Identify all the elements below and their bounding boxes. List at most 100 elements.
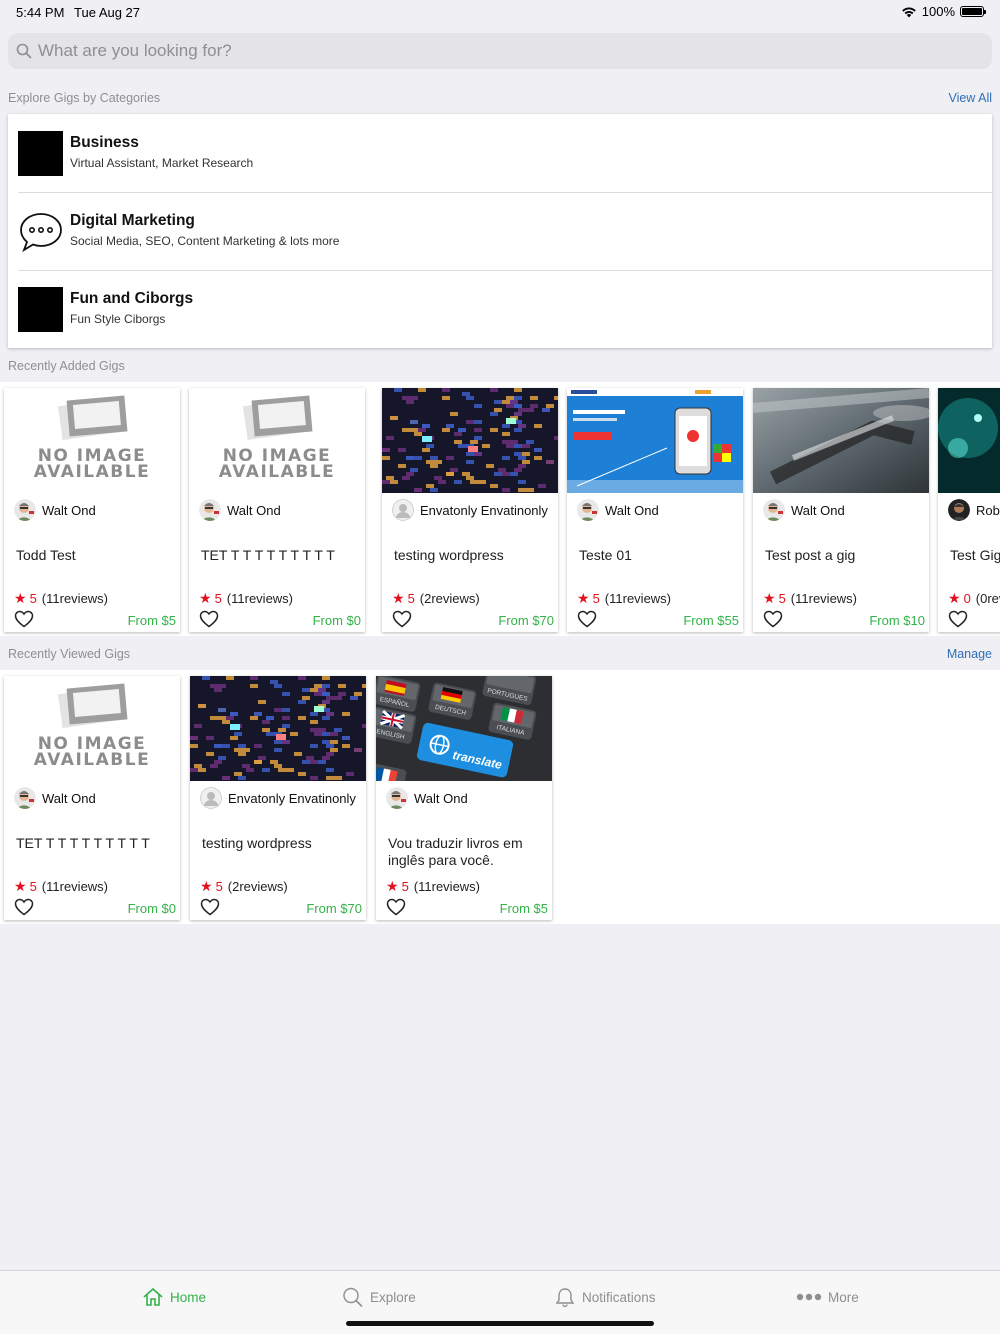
- chat-bubble-icon: [18, 209, 63, 254]
- gig-image[interactable]: [190, 676, 366, 781]
- gig-image[interactable]: NO IMAGE AVAILABLE: [4, 676, 180, 781]
- gig-card[interactable]: Robin Test Gig T ★0 (0rev: [938, 388, 1000, 632]
- heart-icon[interactable]: [763, 610, 783, 628]
- tab-label: Explore: [370, 1289, 416, 1305]
- gig-image[interactable]: [382, 388, 558, 493]
- gig-rating: ★ 5 (11reviews): [14, 878, 108, 895]
- gig-seller[interactable]: Walt Ond: [14, 498, 96, 522]
- category-name: Fun and Ciborgs: [70, 290, 194, 307]
- gig-seller[interactable]: Walt Ond: [577, 498, 659, 522]
- gig-price: From $0: [127, 901, 176, 916]
- gig-card[interactable]: Envatonly Envatinonly testing wordpress ★ 5…: [382, 388, 558, 632]
- gig-title[interactable]: Vou traduzir livros em inglês para você.: [388, 835, 548, 869]
- wifi-icon: [901, 6, 916, 17]
- gig-card[interactable]: NO IMAGE AVAILABLE Walt Ond TET T T T T T T…: [189, 388, 365, 632]
- gig-image[interactable]: ESPAÑOL DEUTSCH PORTUGUES ITALIANA ENGLISH tr…: [376, 676, 552, 781]
- gig-title[interactable]: testing wordpress: [394, 547, 554, 564]
- category-digital-marketing[interactable]: Digital Marketing Social Media, SEO, Con…: [8, 192, 992, 270]
- recent-gigs-strip[interactable]: NO IMAGE AVAILABLE Walt Ond Todd Test ★ 5 (11r…: [0, 382, 1000, 636]
- gig-card[interactable]: NO IMAGE AVAILABLE Walt Ond TET T T T T T T…: [4, 676, 180, 920]
- gig-image[interactable]: NO IMAGE AVAILABLE: [4, 388, 180, 493]
- seller-name: Walt Ond: [414, 790, 468, 806]
- no-image-line2: AVAILABLE: [33, 750, 151, 770]
- gig-card[interactable]: Walt Ond Teste 01 ★ 5 (11reviews) From $55: [567, 388, 743, 632]
- gig-title[interactable]: Todd Test: [16, 547, 176, 564]
- gig-price: From $5: [499, 901, 548, 916]
- rating-value: 5: [401, 879, 409, 894]
- gig-price: From $70: [498, 613, 554, 628]
- gig-seller[interactable]: Envatonly Envatinonly: [200, 786, 356, 810]
- gig-image[interactable]: NO IMAGE AVAILABLE: [189, 388, 365, 493]
- gig-title[interactable]: testing wordpress: [202, 835, 362, 852]
- recent-section-title: Recently Added Gigs: [8, 359, 125, 373]
- gig-card[interactable]: ESPAÑOL DEUTSCH PORTUGUES ITALIANA ENGLISH tr…: [376, 676, 552, 920]
- tab-home[interactable]: Home: [142, 1287, 206, 1307]
- gig-rating: ★ 5 (2reviews): [392, 590, 480, 607]
- viewed-gigs-strip[interactable]: NO IMAGE AVAILABLE Walt Ond TET T T T T T T…: [0, 670, 1000, 924]
- gig-card[interactable]: Envatonly Envatinonly testing wordpress ★ 5…: [190, 676, 366, 920]
- category-name: Digital Marketing: [70, 212, 195, 229]
- gig-title[interactable]: Test Gig T: [950, 547, 1000, 564]
- heart-icon[interactable]: [14, 610, 34, 628]
- view-all-link[interactable]: View All: [948, 91, 992, 105]
- heart-icon[interactable]: [386, 898, 406, 916]
- heart-icon[interactable]: [199, 610, 219, 628]
- category-business[interactable]: Business Virtual Assistant, Market Resea…: [8, 114, 992, 192]
- avatar: [14, 499, 36, 521]
- gig-title[interactable]: Teste 01: [579, 547, 739, 564]
- no-image-line2: AVAILABLE: [218, 462, 336, 482]
- review-count: (2reviews): [227, 879, 288, 894]
- heart-icon[interactable]: [200, 898, 220, 916]
- review-count: (11reviews): [604, 591, 672, 606]
- gig-card[interactable]: NO IMAGE AVAILABLE Walt Ond Todd Test ★ 5 (11r…: [4, 388, 180, 632]
- no-image-placeholder: NO IMAGE AVAILABLE: [4, 388, 180, 493]
- star-icon: ★: [577, 590, 590, 606]
- gig-price: From $55: [683, 613, 739, 628]
- gig-seller[interactable]: Walt Ond: [14, 786, 96, 810]
- avatar: [199, 499, 221, 521]
- tab-explore[interactable]: Explore: [342, 1287, 416, 1307]
- categories-section-title: Explore Gigs by Categories: [8, 91, 161, 105]
- gig-rating: ★0 (0rev: [948, 590, 1000, 607]
- tab-label: Home: [170, 1289, 207, 1305]
- gig-price: From $0: [312, 613, 361, 628]
- heart-icon[interactable]: [948, 610, 968, 628]
- status-bar: 5:44 PM Tue Aug 27 100%: [0, 0, 1000, 24]
- gig-image[interactable]: [567, 388, 743, 493]
- review-count: (11reviews): [41, 591, 109, 606]
- gig-title[interactable]: Test post a gig: [765, 547, 925, 564]
- category-subtitle: Virtual Assistant, Market Research: [70, 156, 254, 170]
- gig-title[interactable]: TET T T T T T T T T T: [16, 835, 176, 852]
- avatar: [577, 499, 599, 521]
- category-name: Business: [70, 134, 139, 151]
- seller-name: Walt Ond: [227, 502, 281, 518]
- gig-seller[interactable]: Envatonly Envatinonly: [392, 498, 548, 522]
- gig-seller[interactable]: Robin: [948, 498, 1000, 522]
- gig-card[interactable]: Walt Ond Test post a gig ★ 5 (11reviews) From…: [753, 388, 929, 632]
- star-icon: ★: [763, 590, 776, 606]
- gig-seller[interactable]: Walt Ond: [386, 786, 468, 810]
- category-thumbnail: [18, 287, 63, 332]
- heart-icon[interactable]: [14, 898, 34, 916]
- search-bar[interactable]: [8, 33, 992, 69]
- gig-rating: ★ 5 (11reviews): [386, 878, 480, 895]
- gig-image[interactable]: [753, 388, 929, 493]
- gig-image[interactable]: [938, 388, 1000, 493]
- gig-seller[interactable]: Walt Ond: [199, 498, 281, 522]
- category-fun-and-ciborgs[interactable]: Fun and Ciborgs Fun Style Ciborgs: [8, 270, 992, 348]
- tab-notifications[interactable]: Notifications: [554, 1287, 656, 1307]
- gig-price: From $5: [127, 613, 176, 628]
- manage-link[interactable]: Manage: [947, 647, 992, 661]
- review-count: (2reviews): [419, 591, 480, 606]
- tab-more[interactable]: More: [796, 1287, 859, 1307]
- gig-price: From $10: [869, 613, 925, 628]
- gig-title[interactable]: TET T T T T T T T T T: [201, 547, 361, 564]
- review-count: (11reviews): [226, 591, 294, 606]
- heart-icon[interactable]: [577, 610, 597, 628]
- gig-seller[interactable]: Walt Ond: [763, 498, 845, 522]
- viewed-section-title: Recently Viewed Gigs: [8, 647, 131, 661]
- seller-name: Walt Ond: [42, 502, 96, 518]
- star-icon: ★: [200, 878, 213, 894]
- heart-icon[interactable]: [392, 610, 412, 628]
- search-input[interactable]: [38, 41, 938, 61]
